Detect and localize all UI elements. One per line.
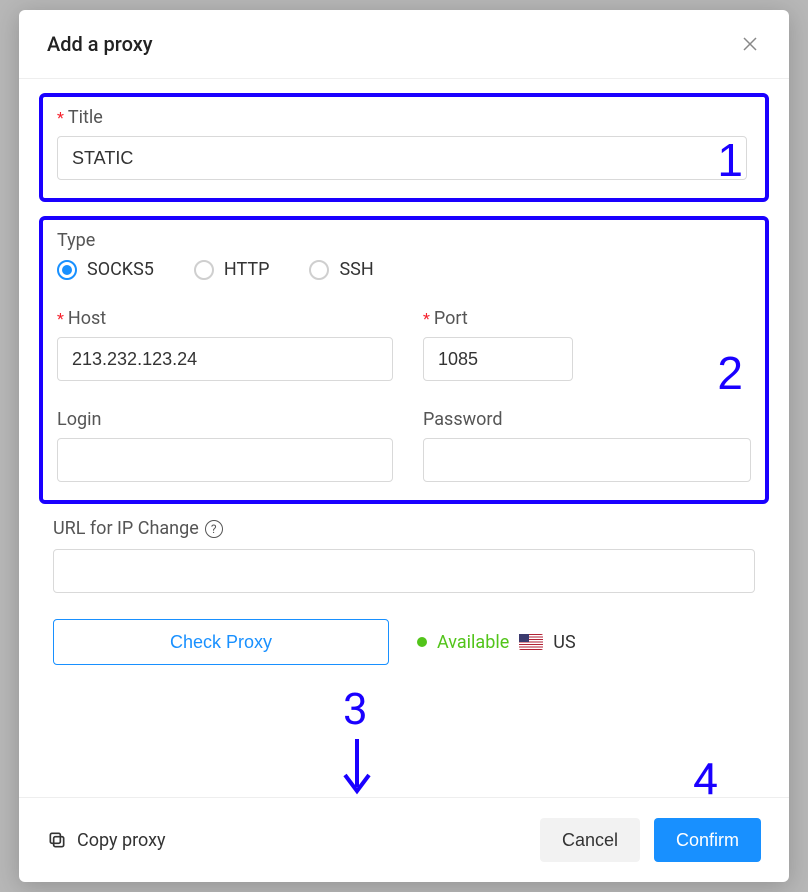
help-icon[interactable]: ? — [205, 520, 223, 538]
country-code: US — [553, 632, 575, 653]
password-label: Password — [423, 409, 503, 430]
modal-backdrop: Add a proxy 1 * Title 2 Type — [0, 0, 808, 892]
close-icon — [741, 35, 759, 53]
radio-http[interactable]: HTTP — [194, 259, 270, 280]
url-change-input[interactable] — [53, 549, 755, 593]
check-proxy-button[interactable]: Check Proxy — [53, 619, 389, 665]
annotation-arrow-4: 4 — [685, 753, 725, 797]
confirm-label: Confirm — [676, 830, 739, 851]
type-label: Type — [57, 230, 751, 251]
required-asterisk: * — [57, 108, 64, 127]
radio-label-http: HTTP — [224, 259, 270, 280]
annotation-number-2: 2 — [717, 346, 743, 400]
check-row: Check Proxy Available US — [39, 619, 769, 665]
login-password-row: Login Password — [57, 409, 751, 482]
type-radio-group: SOCKS5 HTTP SSH — [57, 259, 751, 280]
cancel-button[interactable]: Cancel — [540, 818, 640, 862]
host-port-row: * Host * Port — [57, 308, 751, 381]
radio-circle-icon — [309, 260, 329, 280]
radio-ssh[interactable]: SSH — [309, 259, 373, 280]
confirm-button[interactable]: Confirm — [654, 818, 761, 862]
annotation-box-2: 2 Type SOCKS5 HTTP SSH — [39, 216, 769, 504]
annotation-arrow-3: 3 — [337, 691, 377, 797]
login-label: Login — [57, 409, 101, 430]
add-proxy-modal: Add a proxy 1 * Title 2 Type — [19, 10, 789, 882]
title-label-row: * Title — [57, 107, 751, 128]
footer-buttons: Cancel Confirm — [540, 818, 761, 862]
url-change-label: URL for IP Change — [53, 518, 199, 539]
annotation-number-3: 3 — [343, 683, 368, 735]
port-label: Port — [434, 308, 468, 329]
modal-title: Add a proxy — [47, 32, 153, 56]
radio-circle-icon — [57, 260, 77, 280]
modal-footer: Copy proxy Cancel Confirm — [19, 797, 789, 882]
annotation-number-4: 4 — [693, 753, 718, 797]
password-input[interactable] — [423, 438, 751, 482]
radio-circle-icon — [194, 260, 214, 280]
status-text: Available — [437, 632, 509, 653]
close-button[interactable] — [739, 33, 761, 55]
modal-body: 1 * Title 2 Type SOCKS5 — [19, 79, 789, 797]
annotation-box-1: 1 * Title — [39, 93, 769, 202]
status-dot-icon — [417, 637, 427, 647]
title-input[interactable] — [57, 136, 747, 180]
annotation-number-1: 1 — [717, 133, 743, 187]
copy-proxy-label: Copy proxy — [77, 830, 166, 851]
check-proxy-label: Check Proxy — [170, 632, 272, 653]
host-input[interactable] — [57, 337, 393, 381]
radio-socks5[interactable]: SOCKS5 — [57, 259, 154, 280]
copy-icon — [47, 830, 67, 850]
modal-header: Add a proxy — [19, 10, 789, 79]
cancel-label: Cancel — [562, 830, 618, 851]
url-section: URL for IP Change ? — [39, 518, 769, 593]
login-input[interactable] — [57, 438, 393, 482]
flag-us-icon — [519, 634, 543, 650]
status-group: Available US — [417, 632, 576, 653]
port-input[interactable] — [423, 337, 573, 381]
title-label: Title — [68, 107, 103, 128]
radio-label-socks5: SOCKS5 — [87, 259, 154, 280]
radio-label-ssh: SSH — [339, 259, 373, 280]
copy-proxy-button[interactable]: Copy proxy — [47, 830, 166, 851]
host-label: Host — [68, 308, 106, 329]
required-asterisk: * — [423, 309, 430, 328]
required-asterisk: * — [57, 309, 64, 328]
